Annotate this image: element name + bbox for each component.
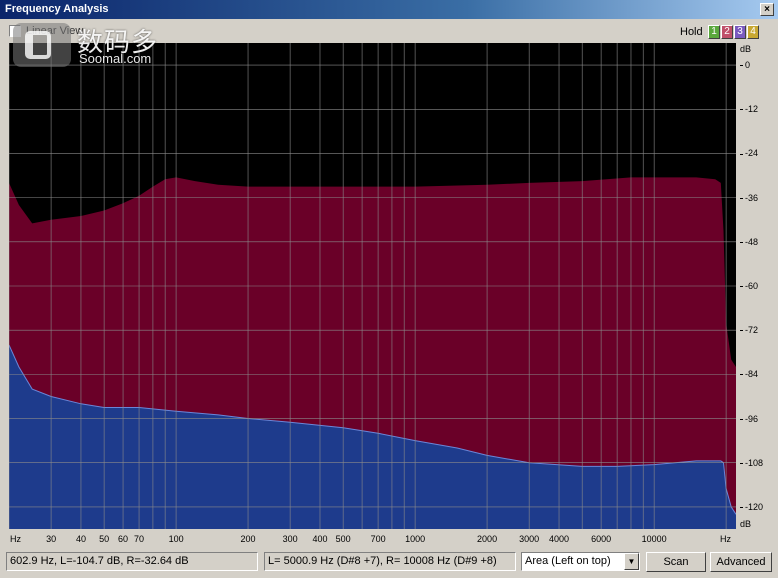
hz-axis: Hz 30 40 50 60 70 100 200 300 400 500 700 1000 2000 3… [9,529,736,547]
hold-button-2[interactable]: 2 [721,25,733,39]
db-tick-label: -84 [740,369,758,379]
hz-tick-label: 10000 [641,534,667,544]
title-bar: Frequency Analysis × [0,0,778,19]
hz-tick-label: 30 [46,534,57,544]
db-tick-label: 0 [740,60,750,70]
hz-tick-label: 700 [370,534,386,544]
close-button[interactable]: × [760,3,774,16]
db-tick-label: -60 [740,281,758,291]
status-bar: 602.9 Hz, L=-104.7 dB, R=-32.64 dB L= 50… [0,549,778,578]
scan-button[interactable]: Scan [646,552,706,572]
view-mode-value: Area (Left on top) [525,555,611,567]
hz-tick-label: 50 [99,534,110,544]
spectrum-plot[interactable] [9,43,736,529]
advanced-button[interactable]: Advanced [710,552,772,572]
db-tick-label: -12 [740,104,758,114]
db-axis: 0 -12 -24 -36 -48 -60 -72 -84 -96 -108 -120 [736,43,778,529]
db-tick-label: -108 [740,458,763,468]
hold-label: Hold [680,26,703,38]
note-readout: L= 5000.9 Hz (D#8 +7), R= 10008 Hz (D#9 … [264,552,516,571]
hz-tick-label: 400 [312,534,328,544]
view-mode-select[interactable]: Area (Left on top) ▼ [521,552,640,571]
hz-tick-label: 1000 [405,534,426,544]
hz-unit-right: Hz [720,534,731,544]
db-unit-bottom: dB [740,519,752,529]
hz-tick-label: 100 [168,534,184,544]
hz-unit-left: Hz [10,534,21,544]
series-layer [9,177,736,529]
hold-button-4[interactable]: 4 [747,25,759,39]
watermark-text-en: Soomal.com [79,51,152,66]
window-title: Frequency Analysis [5,3,109,15]
db-tick-label: -36 [740,193,758,203]
hz-tick-label: 70 [134,534,145,544]
db-tick-label: -48 [740,237,758,247]
hz-tick-label: 300 [282,534,298,544]
hz-tick-label: 40 [75,534,86,544]
watermark-logo-icon [13,23,71,67]
hz-tick-label: 6000 [591,534,612,544]
hz-tick-label: 2000 [477,534,498,544]
dropdown-arrow-icon[interactable]: ▼ [624,553,639,570]
hz-tick-label: 4000 [549,534,570,544]
watermark-mark-icon [25,31,51,59]
hz-tick-label: 3000 [519,534,540,544]
hz-tick-label: 500 [335,534,351,544]
db-tick-label: -24 [740,148,758,158]
spectrum-chart [9,43,736,529]
db-unit-top: dB [740,44,752,54]
db-tick-label: -120 [740,502,763,512]
hold-button-1[interactable]: 1 [708,25,720,39]
db-tick-label: -96 [740,414,758,424]
db-tick-label: -72 [740,325,758,335]
hz-tick-label: 60 [118,534,129,544]
cursor-readout: 602.9 Hz, L=-104.7 dB, R=-32.64 dB [6,552,258,571]
hold-button-3[interactable]: 3 [734,25,746,39]
hz-tick-label: 200 [240,534,256,544]
